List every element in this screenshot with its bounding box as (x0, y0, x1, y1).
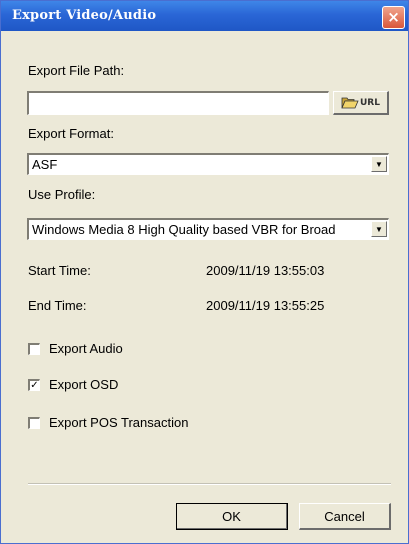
browse-url-button[interactable]: URL (333, 91, 389, 115)
export-osd-checkbox[interactable]: ✓ (28, 379, 40, 391)
cancel-button[interactable]: Cancel (299, 503, 391, 530)
export-format-select[interactable]: ASF ▼ (27, 153, 389, 175)
export-dialog: Export Video/Audio × Export File Path: U… (0, 0, 409, 544)
export-file-path-label: Export File Path: (28, 63, 125, 78)
chevron-down-icon[interactable]: ▼ (371, 221, 387, 237)
open-folder-icon (341, 97, 359, 109)
window-title: Export Video/Audio (12, 8, 157, 23)
use-profile-select[interactable]: Windows Media 8 High Quality based VBR f… (27, 218, 389, 240)
cancel-button-label: Cancel (324, 508, 365, 524)
end-time-label: End Time: (28, 298, 87, 313)
ok-button[interactable]: OK (176, 503, 288, 530)
ok-button-label: OK (222, 508, 241, 524)
export-pos-transaction-checkbox[interactable] (28, 417, 40, 429)
close-button[interactable]: × (382, 6, 405, 29)
export-audio-checkbox[interactable] (28, 343, 40, 355)
export-pos-transaction-label[interactable]: Export POS Transaction (49, 415, 188, 430)
export-audio-label[interactable]: Export Audio (49, 341, 123, 356)
export-format-label: Export Format: (28, 126, 114, 141)
export-file-path-input[interactable] (27, 91, 329, 115)
use-profile-label: Use Profile: (28, 187, 96, 202)
end-time-value: 2009/11/19 13:55:25 (206, 298, 325, 313)
export-osd-label[interactable]: Export OSD (49, 377, 118, 392)
browse-url-label: URL (360, 97, 380, 108)
footer-divider (28, 483, 391, 485)
chevron-down-icon[interactable]: ▼ (371, 156, 387, 172)
export-format-value: ASF (32, 157, 58, 172)
use-profile-value: Windows Media 8 High Quality based VBR f… (32, 222, 336, 237)
start-time-label: Start Time: (28, 263, 91, 278)
title-bar[interactable]: Export Video/Audio × (1, 1, 408, 31)
close-icon: × (387, 8, 400, 26)
start-time-value: 2009/11/19 13:55:03 (206, 263, 325, 278)
